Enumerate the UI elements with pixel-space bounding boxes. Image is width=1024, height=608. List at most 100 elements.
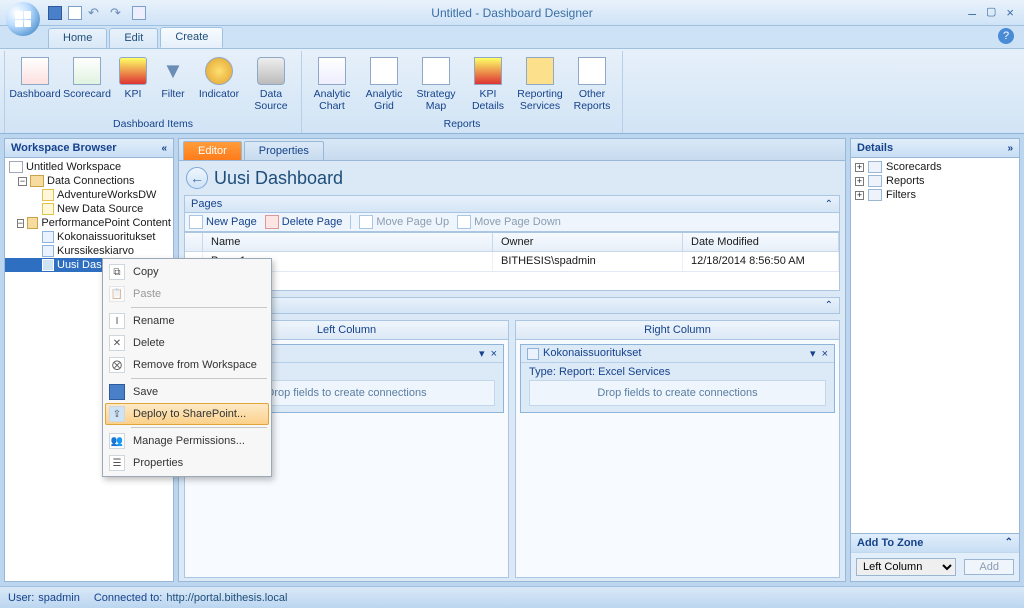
right-zone-body[interactable]: Kokonaissuoritukset▾× Type: Report: Exce… — [515, 340, 840, 578]
ribbon-group-label-1: Dashboard Items — [9, 117, 297, 131]
ctx-manage-permissions[interactable]: 👥Manage Permissions... — [105, 430, 269, 452]
ribbon-analytic-chart[interactable]: Analytic Chart — [306, 51, 358, 117]
ctx-deploy-to-sharepoint[interactable]: ⇪Deploy to SharePoint... — [105, 403, 269, 425]
ribbon-reporting-services[interactable]: Reporting Services — [514, 51, 566, 117]
expand-toggle-icon[interactable]: + — [855, 191, 864, 200]
report-icon — [42, 245, 54, 257]
deploy-icon: ⇪ — [109, 406, 125, 422]
move-page-up-button[interactable]: Move Page Up — [359, 215, 449, 229]
dashboard-item-icon — [42, 259, 54, 271]
grid-rowheader-cell — [185, 233, 203, 251]
tab-create[interactable]: Create — [160, 27, 223, 48]
menu-label: Delete — [133, 337, 165, 349]
details-reports[interactable]: +Reports — [853, 174, 1017, 188]
filter-icon: ▼ — [157, 55, 189, 87]
status-connection-link[interactable]: http://portal.bithesis.local — [166, 592, 287, 604]
tree-kokonaissuoritukset[interactable]: Kokonaissuoritukset — [5, 230, 173, 244]
widget-close-icon[interactable]: × — [822, 348, 828, 360]
ribbon-other-reports[interactable]: Other Reports — [566, 51, 618, 117]
add-button[interactable]: Add — [964, 559, 1014, 575]
ribbon-data-source[interactable]: Data Source — [245, 51, 297, 117]
button-label: Move Page Up — [376, 216, 449, 228]
move-page-down-button[interactable]: Move Page Down — [457, 215, 561, 229]
rename-icon: I — [109, 313, 125, 329]
window-title: Untitled - Dashboard Designer — [0, 6, 1024, 20]
drop-zone[interactable]: Drop fields to create connections — [529, 380, 826, 406]
ribbon-dashboard[interactable]: Dashboard — [9, 51, 61, 117]
ctx-copy[interactable]: ⧉Copy — [105, 261, 269, 283]
zone-select[interactable]: Left Column — [856, 558, 956, 576]
save-icon — [109, 384, 125, 400]
ribbon-indicator[interactable]: Indicator — [193, 51, 245, 117]
help-icon[interactable]: ? — [998, 28, 1014, 44]
ctx-remove-from-workspace[interactable]: ⨂ Remove from Workspace — [105, 354, 269, 376]
grid-row[interactable]: ▸ Page 1 BITHESIS\spadmin 12/18/2014 8:5… — [185, 252, 839, 272]
ribbon-kpi[interactable]: KPI — [113, 51, 153, 117]
pages-label: Pages — [191, 198, 222, 210]
workspace-icon — [9, 161, 23, 173]
tree-adventureworks[interactable]: AdventureWorksDW — [5, 188, 173, 202]
menu-label: Remove from Workspace — [133, 359, 257, 371]
data-source-icon — [42, 203, 54, 215]
ctx-properties[interactable]: ☰Properties — [105, 452, 269, 474]
editor-tab-properties[interactable]: Properties — [244, 141, 324, 160]
ctx-delete[interactable]: ✕Delete — [105, 332, 269, 354]
tree-label: New Data Source — [57, 203, 143, 215]
new-page-button[interactable]: New Page — [189, 215, 257, 229]
cell-date: 12/18/2014 8:56:50 AM — [683, 252, 839, 271]
grid-col-owner[interactable]: Owner — [493, 233, 683, 251]
analytic-chart-icon — [318, 57, 346, 85]
tree-kurssikeskiarvo[interactable]: Kurssikeskiarvo — [5, 244, 173, 258]
widget-menu-icon[interactable]: ▾ — [479, 347, 485, 360]
collapse-toggle-icon[interactable]: − — [18, 177, 27, 186]
editor-tab-editor[interactable]: Editor — [183, 141, 242, 160]
collapse-section-icon[interactable]: ⌃ — [825, 300, 833, 311]
tree-label: Kokonaissuoritukset — [57, 231, 155, 243]
report-icon — [527, 348, 539, 360]
ribbon-group-reports: Analytic Chart Analytic Grid Strategy Ma… — [302, 51, 623, 133]
ribbon-kpi-details[interactable]: KPI Details — [462, 51, 514, 117]
new-page-icon — [189, 215, 203, 229]
widget-close-icon[interactable]: × — [491, 348, 497, 360]
tree-data-connections[interactable]: − Data Connections — [5, 174, 173, 188]
office-orb-button[interactable] — [6, 2, 40, 36]
tree-new-data-source[interactable]: New Data Source — [5, 202, 173, 216]
remove-icon: ⨂ — [109, 357, 125, 373]
grid-col-name[interactable]: Name — [203, 233, 493, 251]
ribbon-strategy-map[interactable]: Strategy Map — [410, 51, 462, 117]
add-to-zone-header: Add To Zone⌃ — [851, 533, 1019, 553]
tab-home[interactable]: Home — [48, 28, 107, 48]
expand-toggle-icon[interactable]: + — [855, 177, 864, 186]
ribbon-tab-row: Home Edit Create ? — [0, 26, 1024, 48]
tree-label: Data Connections — [47, 175, 134, 187]
ribbon-filter[interactable]: ▼Filter — [153, 51, 193, 117]
expand-icon[interactable]: » — [1007, 143, 1013, 154]
delete-page-button[interactable]: Delete Page — [265, 215, 343, 229]
tree-pp-content[interactable]: −PerformancePoint Content — [5, 216, 173, 230]
ribbon-analytic-grid[interactable]: Analytic Grid — [358, 51, 410, 117]
collapse-icon[interactable]: « — [161, 143, 167, 154]
widget-right[interactable]: Kokonaissuoritukset▾× Type: Report: Exce… — [520, 344, 835, 413]
widget-menu-icon[interactable]: ▾ — [810, 347, 816, 360]
ctx-save[interactable]: Save — [105, 381, 269, 403]
back-button[interactable]: ← — [186, 167, 208, 189]
move-up-icon — [359, 215, 373, 229]
details-tree: +Scorecards +Reports +Filters — [851, 158, 1019, 533]
collapse-section-icon[interactable]: ⌃ — [825, 199, 833, 210]
expand-toggle-icon[interactable]: + — [855, 163, 864, 172]
editor-tab-strip: Editor Properties — [178, 138, 846, 160]
ribbon-scorecard[interactable]: Scorecard — [61, 51, 113, 117]
pages-toolbar: New Page Delete Page Move Page Up Move P… — [184, 213, 840, 232]
permissions-icon: 👥 — [109, 433, 125, 449]
orb-icon — [15, 11, 31, 27]
collapse-section-icon[interactable]: ⌃ — [1005, 537, 1013, 549]
collapse-toggle-icon[interactable]: − — [17, 219, 24, 228]
details-scorecards[interactable]: +Scorecards — [853, 160, 1017, 174]
details-filters[interactable]: +Filters — [853, 188, 1017, 202]
ctx-rename[interactable]: IRename — [105, 310, 269, 332]
right-column-zone: Right Column Kokonaissuoritukset▾× Type:… — [515, 320, 840, 578]
tab-edit[interactable]: Edit — [109, 28, 158, 48]
grid-col-date[interactable]: Date Modified — [683, 233, 839, 251]
tree-root[interactable]: Untitled Workspace — [5, 160, 173, 174]
zone-label-right: Right Column — [515, 320, 840, 340]
